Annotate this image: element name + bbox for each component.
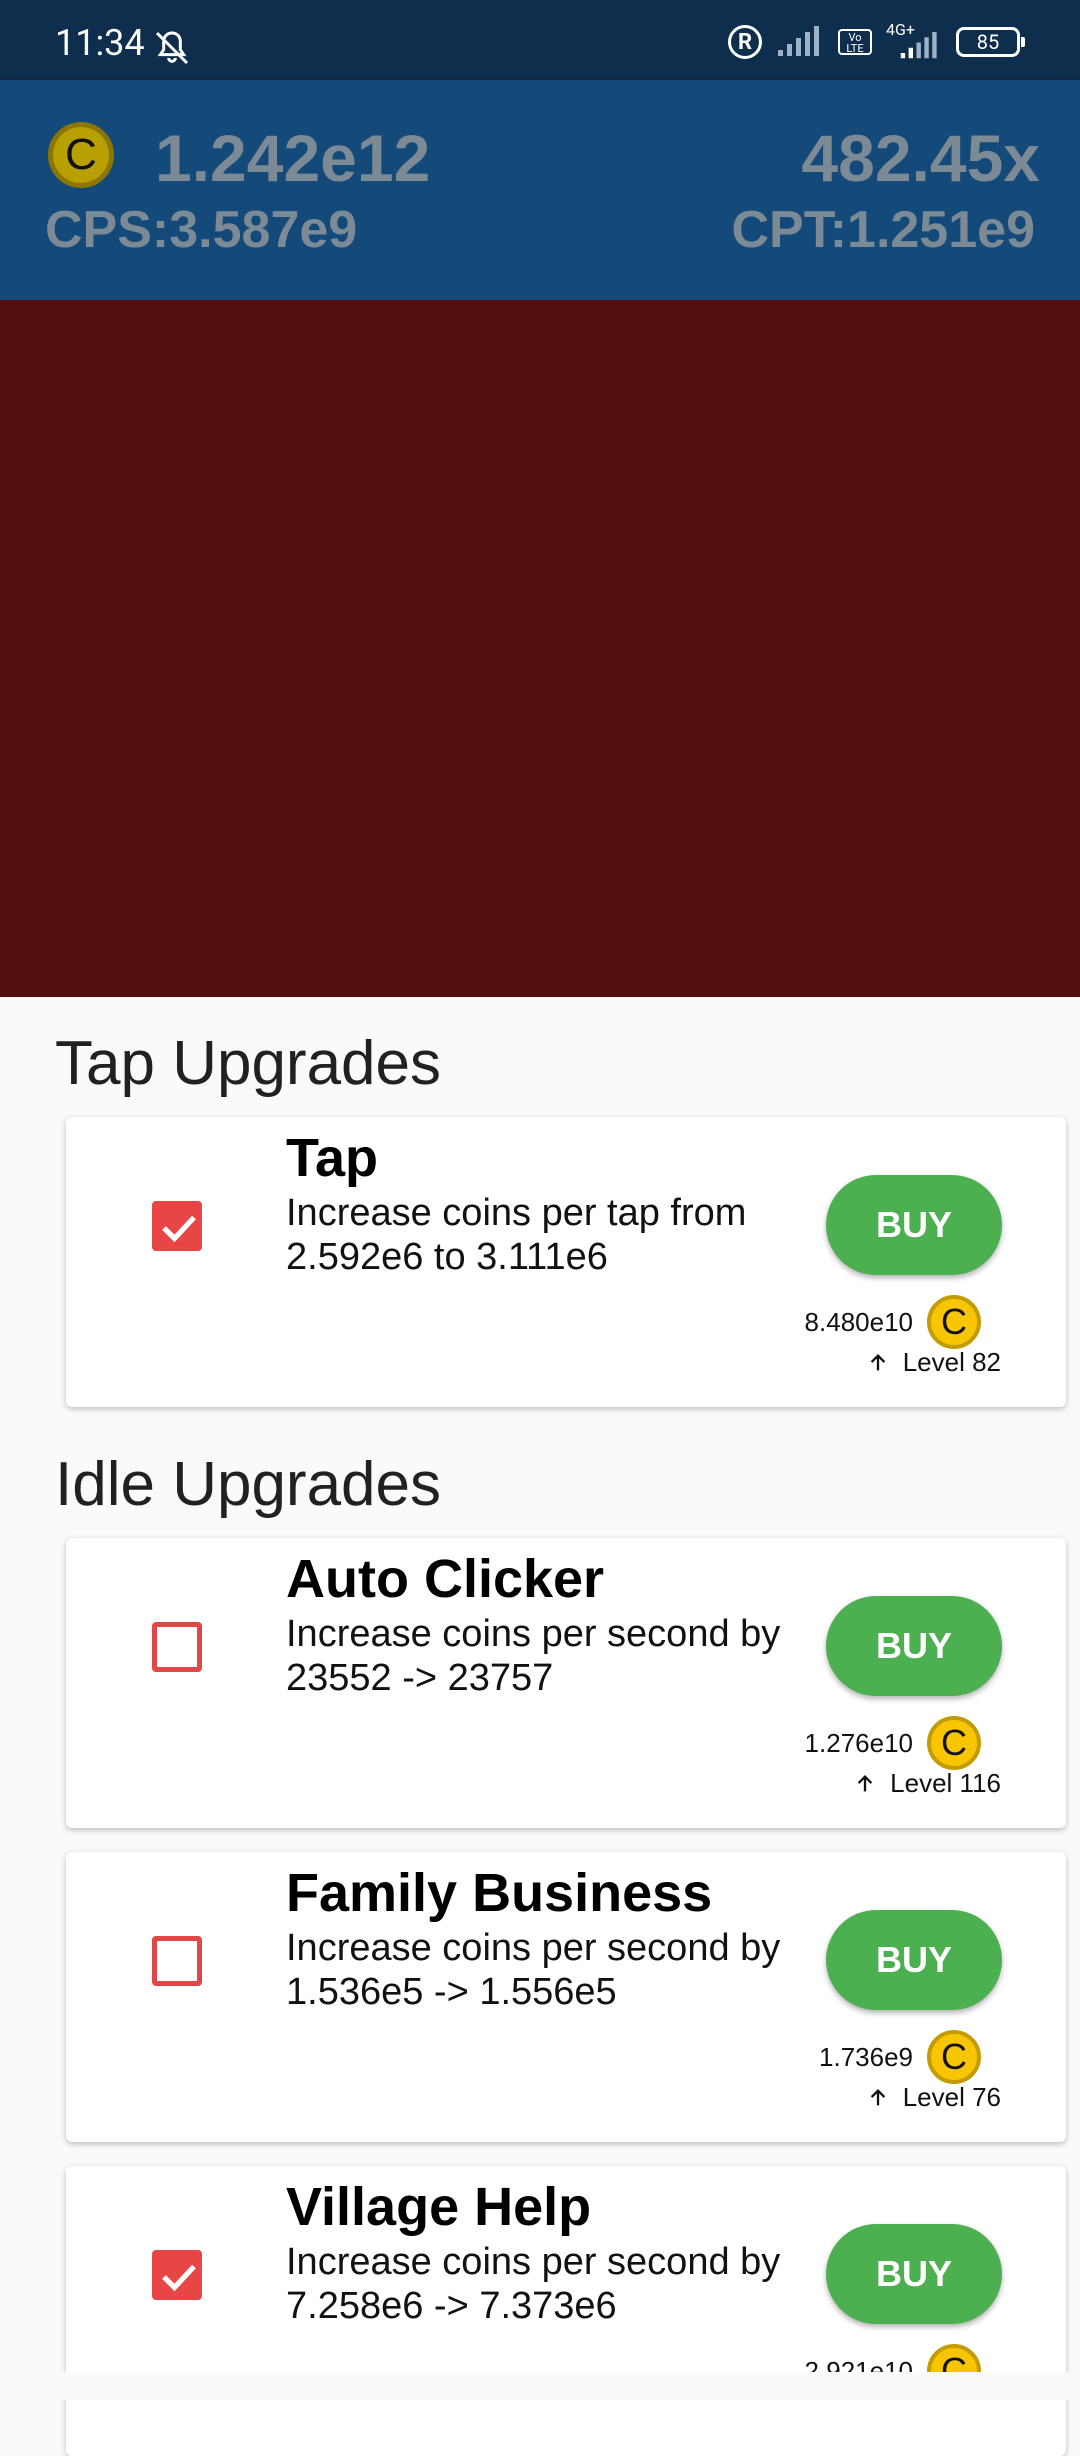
upgrade-level: Level 82 [867, 1347, 1001, 1378]
coins-per-second: CPS:3.587e9 [45, 201, 358, 259]
upgrade-description: Increase coins per second by 7.258e6 -> … [286, 2241, 781, 2327]
status-icons: R Vo LTE 4G+ 85 [728, 20, 1025, 62]
check-icon [162, 1215, 196, 1243]
buy-button[interactable]: BUY [826, 1596, 1002, 1696]
check-icon [162, 2264, 196, 2292]
volte-icon: Vo LTE [838, 29, 872, 55]
buy-button[interactable]: BUY [826, 1175, 1002, 1275]
upgrade-card-tap: Tap Increase coins per tap from 2.592e6 … [66, 1117, 1066, 1407]
upgrade-title: Auto Clicker [286, 1549, 605, 1609]
multiplier: 482.45x [801, 121, 1040, 195]
upgrade-card-family-business: Family Business Increase coins per secon… [66, 1852, 1066, 2142]
tap-area[interactable] [0, 300, 1080, 997]
upgrade-price: 1.736e9 C [819, 2030, 981, 2084]
registered-icon: R [728, 25, 762, 59]
4g-signal-icon: 4G+ [886, 20, 942, 60]
upgrade-level: Level 116 [854, 1768, 1001, 1799]
coin-icon: C [927, 1295, 981, 1349]
upgrade-checkbox[interactable] [152, 2250, 202, 2300]
coins-total: 1.242e12 [155, 121, 431, 195]
upgrade-checkbox[interactable] [152, 1936, 202, 1986]
status-time: 11:34 [55, 22, 145, 64]
upgrade-level: Level 76 [867, 2082, 1001, 2113]
level-label: Level 116 [890, 1768, 1001, 1798]
battery-icon: 85 [956, 27, 1025, 57]
price-value: 8.480e10 [804, 1306, 913, 1337]
coins-per-tap: CPT:1.251e9 [731, 201, 1035, 259]
upgrade-description: Increase coins per second by 23552 -> 23… [286, 1613, 781, 1699]
bell-off-icon [155, 31, 189, 65]
level-label: Level 76 [902, 2082, 1001, 2112]
buy-button[interactable]: BUY [826, 2224, 1002, 2324]
bottom-edge [0, 2372, 1080, 2400]
stats-header: C 1.242e12 482.45x CPS:3.587e9 CPT:1.251… [0, 80, 1080, 300]
upgrade-description: Increase coins per second by 1.536e5 -> … [286, 1927, 781, 2013]
buy-button[interactable]: BUY [826, 1910, 1002, 2010]
signal-icon [778, 26, 819, 56]
upgrade-title: Tap [286, 1128, 378, 1188]
status-bar: 11:34 R Vo LTE 4G+ 85 [0, 0, 1080, 80]
arrow-up-icon [870, 2088, 885, 2105]
level-label: Level 82 [902, 1347, 1001, 1377]
coin-icon: C [927, 1716, 981, 1770]
upgrade-checkbox[interactable] [152, 1622, 202, 1672]
arrow-up-icon [870, 1353, 885, 1370]
upgrade-description: Increase coins per tap from 2.592e6 to 3… [286, 1192, 747, 1278]
section-title-idle-upgrades: Idle Upgrades [55, 1450, 442, 1519]
upgrade-title: Family Business [286, 1863, 713, 1923]
coin-icon: C [927, 2030, 981, 2084]
upgrade-price: 1.276e10 C [805, 1716, 981, 1770]
upgrade-card-auto-clicker: Auto Clicker Increase coins per second b… [66, 1538, 1066, 1828]
upgrade-title: Village Help [286, 2177, 592, 2237]
price-value: 1.276e10 [804, 1727, 913, 1758]
section-title-tap-upgrades: Tap Upgrades [55, 1029, 442, 1098]
price-value: 1.736e9 [819, 2041, 913, 2072]
upgrade-checkbox[interactable] [152, 1201, 202, 1251]
upgrade-card-village-help: Village Help Increase coins per second b… [66, 2166, 1066, 2456]
arrow-up-icon [857, 1774, 873, 1791]
coin-icon: C [48, 122, 114, 188]
upgrade-price: 8.480e10 C [805, 1295, 981, 1349]
